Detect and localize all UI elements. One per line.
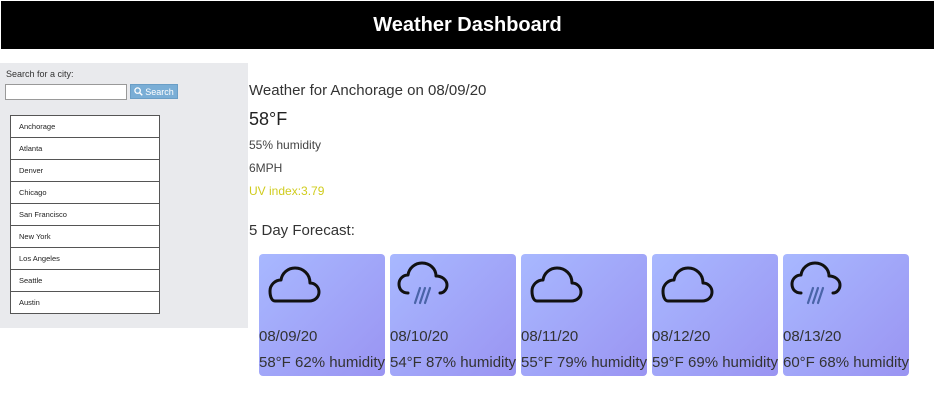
current-weather-title: Weather for Anchorage on 08/09/20 bbox=[249, 82, 487, 99]
city-item-new-york[interactable]: New York bbox=[10, 226, 160, 248]
city-item-atlanta[interactable]: Atlanta bbox=[10, 138, 160, 160]
forecast-stats: 59°F 69% humidity bbox=[652, 354, 779, 371]
city-item-seattle[interactable]: Seattle bbox=[10, 270, 160, 292]
forecast-date: 08/13/20 bbox=[783, 328, 842, 345]
cloud-icon bbox=[661, 266, 714, 303]
forecast-card: 08/11/20 55°F 79% humidity bbox=[521, 254, 647, 376]
city-list: Anchorage Atlanta Denver Chicago San Fra… bbox=[10, 115, 160, 314]
search-button[interactable]: Search bbox=[130, 84, 178, 99]
forecast-stats: 58°F 62% humidity bbox=[259, 354, 386, 371]
forecast-stats: 60°F 68% humidity bbox=[783, 354, 910, 371]
search-label: Search for a city: bbox=[6, 69, 74, 79]
current-wind: 6MPH bbox=[249, 161, 283, 175]
search-button-label: Search bbox=[145, 86, 174, 97]
forecast-date: 08/10/20 bbox=[390, 328, 449, 345]
current-humidity: 55% humidity bbox=[249, 138, 322, 152]
cloud-icon bbox=[530, 266, 583, 303]
forecast-date: 08/09/20 bbox=[259, 328, 318, 345]
page-title: Weather Dashboard bbox=[373, 13, 562, 36]
forecast-card: 08/09/20 58°F 62% humidity bbox=[259, 254, 385, 376]
forecast-title: 5 Day Forecast: bbox=[249, 222, 355, 239]
forecast-stats: 54°F 87% humidity bbox=[390, 354, 517, 371]
city-item-anchorage[interactable]: Anchorage bbox=[10, 115, 160, 138]
forecast-card: 08/12/20 59°F 69% humidity bbox=[652, 254, 778, 376]
search-icon bbox=[134, 87, 144, 96]
search-input[interactable] bbox=[5, 84, 127, 100]
city-item-denver[interactable]: Denver bbox=[10, 160, 160, 182]
forecast-date: 08/12/20 bbox=[652, 328, 711, 345]
rain-cloud-icon bbox=[397, 261, 449, 305]
forecast-card: 08/13/20 60°F 68% humidity bbox=[783, 254, 909, 376]
city-item-san-francisco[interactable]: San Francisco bbox=[10, 204, 160, 226]
city-item-chicago[interactable]: Chicago bbox=[10, 182, 160, 204]
current-temperature: 58°F bbox=[249, 109, 288, 129]
city-item-los-angeles[interactable]: Los Angeles bbox=[10, 248, 160, 270]
forecast-stats: 55°F 79% humidity bbox=[521, 354, 648, 371]
app-header: Weather Dashboard bbox=[1, 1, 934, 49]
rain-cloud-icon bbox=[790, 261, 842, 305]
uv-index: UV index:3.79 bbox=[249, 184, 325, 198]
city-item-austin[interactable]: Austin bbox=[10, 292, 160, 314]
cloud-icon bbox=[268, 266, 321, 303]
forecast-card: 08/10/20 54°F 87% humidity bbox=[390, 254, 516, 376]
forecast-date: 08/11/20 bbox=[521, 328, 579, 345]
